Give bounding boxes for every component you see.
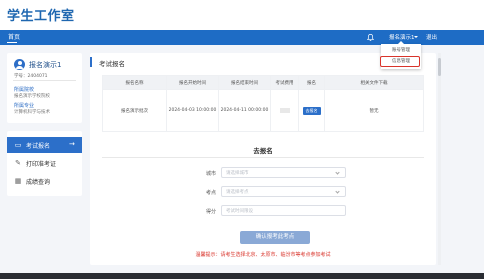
form-title: 去报名 — [253, 147, 273, 155]
registration-table: 报名名称 报名开始时间 报名结束时间 考试费用 报名 相关文件下载 报名演示批次… — [102, 75, 424, 132]
cell-action: 去报名 — [298, 89, 325, 132]
confirm-site-button[interactable]: 确认报考此考点 — [240, 231, 310, 244]
chevron-down-icon — [335, 170, 340, 175]
column-header: 报名开始时间 — [166, 75, 219, 90]
cell-start: 2024-04-03 10:00:00 — [166, 89, 219, 132]
user-menu-toggle[interactable]: 报名演示1 — [389, 33, 415, 41]
nav-home-underline — [7, 42, 17, 43]
major-label: 所属专业 — [14, 103, 35, 109]
sidebar-menu: ▭ 考试报名 → ✎ 打印准考证 ▦ 成绩查询 — [7, 131, 82, 196]
bell-icon[interactable] — [366, 33, 375, 42]
column-header: 考试费用 — [270, 75, 299, 90]
title-accent-bar — [90, 57, 92, 67]
student-id: 学号：2404071 — [14, 74, 48, 79]
register-button[interactable]: 去报名 — [302, 106, 321, 115]
column-header: 报名 — [298, 75, 325, 90]
table-header-row: 报名名称 报名开始时间 报名结束时间 考试费用 报名 相关文件下载 — [102, 75, 424, 90]
arrow-right-icon: → — [69, 140, 75, 148]
warning-notice: 温馨提示：请考生选择北京、太原市、临汾市等考点参加考试 — [195, 252, 331, 258]
score-input[interactable]: 考试时间限设 — [221, 205, 346, 216]
fee-placeholder — [279, 107, 290, 113]
column-header: 报名结束时间 — [218, 75, 271, 90]
cell-files: 暂无 — [324, 89, 424, 132]
pencil-icon: ✎ — [15, 159, 21, 167]
logout-link[interactable]: 退出 — [426, 33, 437, 41]
sidebar-item-exam-registration[interactable]: ▭ 考试报名 → — [7, 137, 82, 153]
chevron-down-icon — [335, 189, 340, 194]
app-header: 学生工作室 — [0, 0, 484, 30]
sidebar-item-label: 打印准考证 — [26, 161, 57, 168]
college-label: 所属院校 — [14, 87, 35, 93]
scrollbar-thumb[interactable] — [438, 58, 441, 76]
table-row: 报名演示批次 2024-04-03 10:00:00 2024-04-11 00… — [102, 89, 424, 132]
profile-name: 报名演示1 — [29, 61, 62, 69]
app-title: 学生工作室 — [7, 9, 75, 24]
college-value: 报名演示学校院校 — [14, 94, 50, 99]
bottom-bar — [0, 273, 484, 279]
city-placeholder: 请选择城市 — [226, 171, 249, 176]
profile-divider — [13, 80, 76, 81]
nav-home-link[interactable]: 首页 — [8, 32, 20, 41]
page-title: 考试报名 — [99, 60, 125, 68]
site-select[interactable]: 请选择考点 — [221, 186, 346, 197]
city-label: 城市 — [205, 171, 216, 177]
site-label: 考点 — [205, 190, 216, 196]
monitor-icon: ▭ — [14, 141, 22, 149]
score-placeholder: 考试时间限设 — [226, 209, 253, 214]
score-label: 得分 — [205, 209, 216, 215]
site-placeholder: 请选择考点 — [226, 190, 249, 195]
sidebar-item-print-ticket[interactable]: ✎ 打印准考证 — [7, 155, 82, 171]
chevron-down-icon[interactable] — [414, 36, 418, 38]
scrollbar-track[interactable] — [438, 53, 441, 265]
column-header: 报名名称 — [102, 75, 167, 90]
cell-name: 报名演示批次 — [102, 89, 167, 132]
dropdown-pointer — [398, 41, 404, 44]
form-divider — [102, 157, 424, 158]
profile-card: 报名演示1 学号：2404071 所属院校 报名演示学校院校 所属专业 计算机科… — [7, 53, 82, 123]
menu-item-account[interactable]: 账号管理 — [381, 47, 421, 53]
highlight-box — [380, 56, 420, 67]
city-select[interactable]: 请选择城市 — [221, 167, 346, 178]
sidebar-item-score-query[interactable]: ▦ 成绩查询 — [7, 173, 82, 189]
cell-end: 2024-04-11 00:00:00 — [218, 89, 271, 132]
major-value: 计算机科学与技术 — [14, 110, 50, 115]
avatar — [14, 59, 25, 70]
sidebar-item-label: 考试报名 — [26, 143, 51, 150]
main-panel: 考试报名 报名名称 报名开始时间 报名结束时间 考试费用 报名 相关文件下载 报… — [90, 53, 436, 265]
column-header: 相关文件下载 — [324, 75, 424, 90]
sidebar-item-label: 成绩查询 — [26, 179, 51, 186]
report-icon: ▦ — [14, 177, 22, 185]
cell-fee — [270, 89, 299, 132]
top-nav-bar: 首页 报名演示1 退出 — [0, 30, 484, 45]
